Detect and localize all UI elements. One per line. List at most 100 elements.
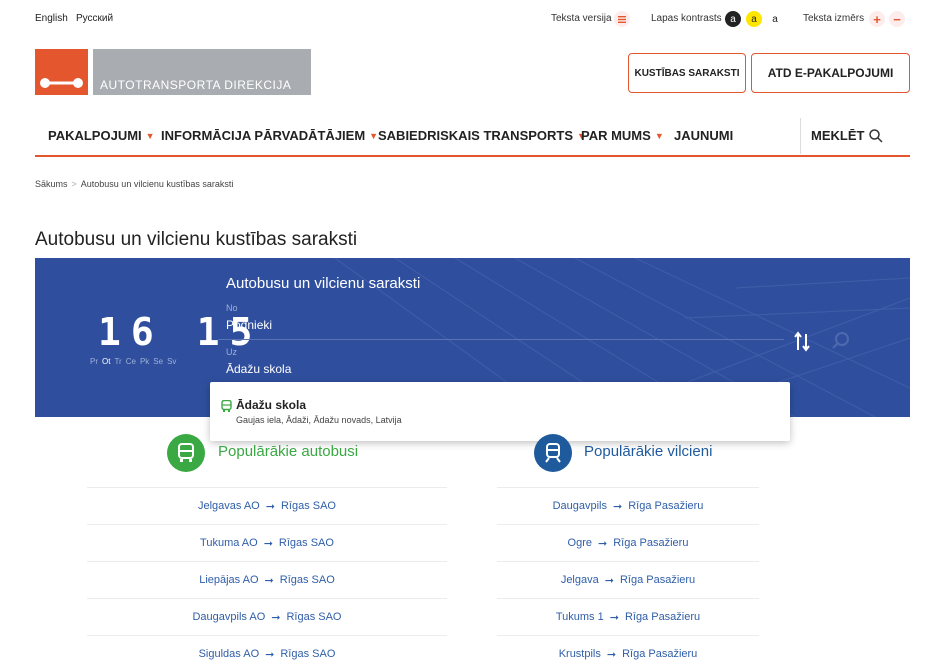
to-label: Uz (226, 347, 237, 357)
from-input[interactable]: Podnieki (226, 318, 272, 332)
route-from: Liepājas AO (199, 574, 259, 586)
arrow-right-icon: ➞ (609, 611, 619, 624)
nav-news[interactable]: JAUNUMI (674, 128, 733, 143)
chevron-down-icon: ▼ (145, 130, 155, 141)
lang-russian[interactable]: Русский (76, 13, 113, 24)
arrow-right-icon: ➞ (612, 500, 623, 513)
route-row[interactable]: Siguldas AO ➞ Rīgas SAO (87, 635, 447, 665)
weekday: Ce (125, 357, 136, 366)
page-title: Autobusu un vilcienu kustības saraksti (35, 229, 358, 250)
from-label: No (226, 303, 238, 313)
form-title: Autobusu un vilcienu saraksti (226, 275, 421, 292)
breadcrumb-home[interactable]: Sākums (35, 179, 68, 189)
chevron-down-icon: ▼ (654, 130, 664, 141)
schedules-button[interactable]: KUSTĪBAS SARAKSTI (628, 53, 746, 93)
route-row[interactable]: Krustpils ➞ Rīga Pasažieru (497, 635, 759, 665)
breadcrumb-separator: > (71, 179, 77, 189)
arrow-right-icon: ➞ (604, 574, 614, 587)
arrow-right-icon: ➞ (265, 500, 275, 513)
text-size-decrease-button[interactable]: − (889, 11, 905, 27)
route-row[interactable]: Daugavpils AO ➞ Rīgas SAO (87, 598, 447, 635)
route-from: Daugavpils (552, 500, 607, 512)
route-row[interactable]: Ogre ➞ Rīga Pasažieru (497, 524, 759, 561)
train-badge (534, 434, 572, 472)
route-to: Rīgas SAO (286, 611, 342, 623)
popular-trains-list: Daugavpils ➞ Rīga Pasažieru Ogre ➞ Rīga Pasa… (497, 487, 759, 665)
logo-text: AUTOTRANSPORTA DIREKCIJA (100, 78, 292, 92)
suggestion-title[interactable]: Ādažu skola (236, 398, 306, 412)
weekday: Se (153, 357, 164, 366)
bus-icon (221, 399, 232, 412)
train-icon (545, 443, 561, 463)
route-to: Rīgas SAO (280, 500, 336, 512)
route-to: Rīgas SAO (280, 648, 336, 660)
route-to: Rīga Pasažieru (622, 648, 698, 660)
banner-search-button[interactable] (832, 332, 850, 355)
clock-hours: 16 (98, 310, 164, 354)
text-version-label: Teksta versija (551, 13, 612, 24)
nav-about[interactable]: PAR MUMS ▼ (581, 128, 664, 143)
route-row[interactable]: Jelgava ➞ Rīga Pasažieru (497, 561, 759, 598)
route-to: Rīgas SAO (279, 574, 335, 586)
to-input[interactable]: Ādažu skola (226, 362, 291, 376)
route-from: Ogre (567, 537, 593, 549)
arrow-right-icon: ➞ (265, 648, 275, 661)
arrow-right-icon: ➞ (606, 648, 617, 661)
logo-mark[interactable] (35, 49, 88, 95)
suggestion-item[interactable] (221, 399, 232, 417)
contrast-dark-button[interactable]: a (725, 11, 741, 27)
weekday-active: Ot (102, 357, 111, 366)
from-underline (218, 339, 784, 340)
nav-about-label: PAR MUMS (581, 128, 651, 143)
contrast-yellow-button[interactable]: a (746, 11, 762, 27)
contrast-light-button[interactable]: a (767, 11, 783, 27)
nav-search-label: MEKLĒT (811, 128, 865, 143)
route-row[interactable]: Liepājas AO ➞ Rīgas SAO (87, 561, 447, 598)
bus-badge (167, 434, 205, 472)
search-icon (869, 128, 883, 143)
nav-news-label: JAUNUMI (674, 128, 734, 143)
nav-carriers-info-label: INFORMĀCIJA PĀRVADĀTĀJIEM (161, 128, 366, 143)
arrow-right-icon: ➞ (598, 537, 608, 550)
popular-trains-title: Populārākie vilcieni (584, 443, 713, 460)
route-to: Rīga Pasažieru (613, 537, 689, 549)
route-row[interactable]: Tukums 1 ➞ Rīga Pasažieru (497, 598, 759, 635)
bus-icon (178, 443, 194, 462)
nav-carriers-info[interactable]: INFORMĀCIJA PĀRVADĀTĀJIEM ▼ (161, 128, 378, 143)
nav-divider (800, 118, 801, 154)
clock: 16 15 (98, 310, 262, 354)
weekday-list: Pr Ot Tr Ce Pk Se Sv (90, 357, 176, 366)
breadcrumb: Sākums > Autobusu un vilcienu kustības sar… (35, 179, 233, 189)
route-from: Jelgavas AO (197, 500, 260, 512)
weekday: Sv (167, 357, 177, 366)
nav-search[interactable]: MEKLĒT (811, 128, 883, 143)
route-to: Rīga Pasažieru (628, 500, 704, 512)
arrow-right-icon: ➞ (263, 537, 273, 550)
text-version-button[interactable] (614, 11, 630, 27)
route-to: Rīgas SAO (278, 537, 334, 549)
route-from: Tukuma AO (200, 537, 258, 549)
arrow-right-icon: ➞ (264, 574, 274, 587)
text-size-label: Teksta izmērs (803, 13, 865, 24)
weekday: Tr (114, 357, 122, 366)
weekday: Pr (90, 357, 98, 366)
nav-public-transport[interactable]: SABIEDRISKAIS TRANSPORTS ▼ (378, 128, 586, 143)
text-size-increase-button[interactable]: + (869, 11, 885, 27)
search-icon (832, 332, 849, 349)
nav-services[interactable]: PAKALPOJUMI ▼ (48, 128, 155, 143)
eservices-button[interactable]: ATD E-PAKALPOJUMI (751, 53, 910, 93)
route-row[interactable]: Daugavpils ➞ Rīga Pasažieru (497, 487, 759, 524)
route-row[interactable]: Jelgavas AO ➞ Rīgas SAO (87, 487, 447, 524)
popular-buses-list: Jelgavas AO ➞ Rīgas SAO Tukuma AO ➞ Rīgas SA… (87, 487, 447, 665)
arrow-right-icon: ➞ (271, 611, 281, 624)
popular-buses-title: Populārākie autobusi (218, 443, 359, 460)
route-from: Siguldas AO (198, 648, 260, 660)
swap-button[interactable] (793, 330, 813, 357)
route-from: Krustpils (558, 648, 601, 660)
route-to: Rīga Pasažieru (624, 611, 701, 623)
route-from: Daugavpils AO (192, 611, 266, 623)
route-row[interactable]: Tukuma AO ➞ Rīgas SAO (87, 524, 447, 561)
lang-english[interactable]: English (35, 13, 68, 24)
breadcrumb-current: Autobusu un vilcienu kustības saraksti (80, 179, 234, 189)
nav-underline (35, 155, 910, 157)
